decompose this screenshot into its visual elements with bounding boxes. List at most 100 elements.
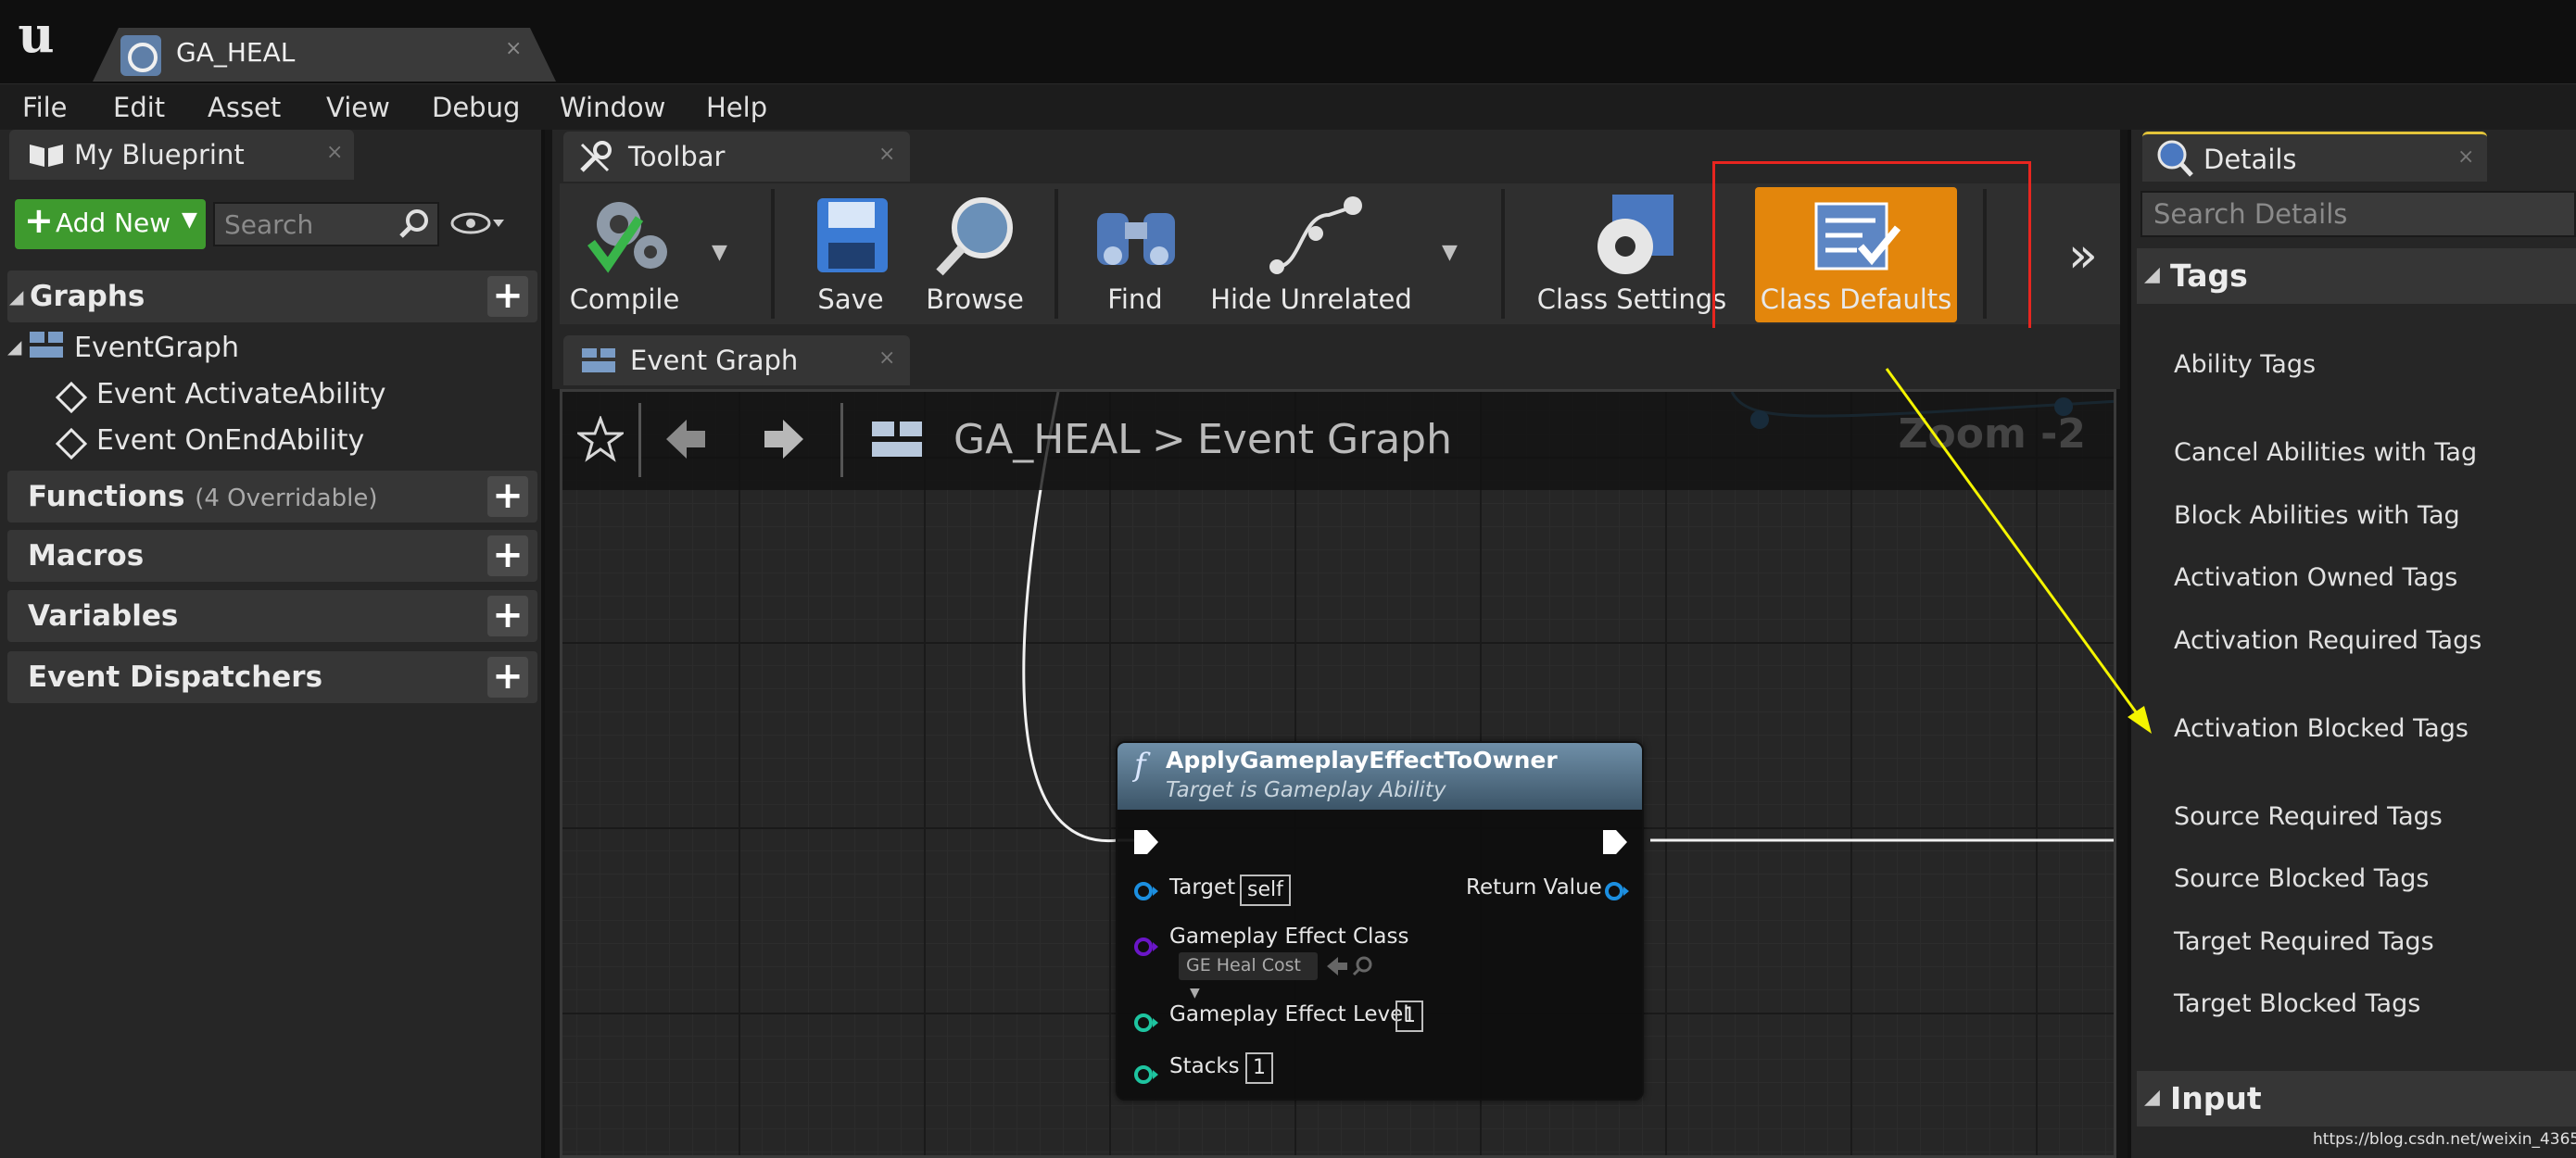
property-source-required-tags[interactable]: Source Required Tags	[2174, 802, 2443, 831]
class-settings-button[interactable]: Class Settings	[1534, 183, 1729, 324]
toolbar-tab[interactable]: Toolbar ×	[563, 132, 910, 182]
return-value-pin-icon[interactable]	[1603, 880, 1631, 902]
zoom-level-label: Zoom -2	[1898, 410, 2086, 458]
target-pin-icon[interactable]	[1132, 880, 1160, 902]
target-value-box[interactable]: self	[1240, 875, 1291, 906]
graph-header-bar: GA_HEAL > Event Graph Zoom -2	[562, 392, 2114, 490]
compile-options-chevron-icon[interactable]: ▼	[712, 241, 727, 264]
unreal-logo-icon[interactable]: u	[7, 6, 65, 63]
menu-view[interactable]: View	[326, 92, 390, 123]
property-target-required-tags[interactable]: Target Required Tags	[2174, 927, 2434, 956]
collapse-arrow-icon[interactable]: ◢	[9, 285, 23, 308]
effect-level-pin-icon[interactable]	[1132, 1012, 1160, 1034]
graph-icon	[872, 422, 922, 457]
details-search-input[interactable]	[2140, 191, 2576, 237]
add-event-dispatcher-button[interactable]: +	[487, 657, 528, 698]
node-header[interactable]: f ApplyGameplayEffectToOwner Target is G…	[1118, 743, 1642, 810]
add-new-label: Add New	[56, 208, 171, 238]
close-icon[interactable]: ×	[505, 37, 522, 60]
hide-unrelated-node-icon	[1269, 196, 1362, 274]
property-ability-tags[interactable]: Ability Tags	[2174, 350, 2316, 379]
effect-class-pin-icon[interactable]	[1132, 936, 1160, 958]
tags-category-header[interactable]: ◢ Tags	[2137, 248, 2576, 304]
save-label: Save	[817, 283, 884, 315]
find-button[interactable]: Find	[1075, 183, 1195, 324]
find-label: Find	[1107, 283, 1163, 315]
effect-level-value-box[interactable]: 1	[1395, 1001, 1423, 1032]
double-chevron-right-icon[interactable]: »	[2068, 228, 2098, 283]
effect-class-dropdown[interactable]: GE Heal Cost ▼	[1179, 952, 1318, 1001]
event-graph-tab[interactable]: Event Graph ×	[563, 335, 910, 385]
input-category-header[interactable]: ◢ Input	[2137, 1071, 2576, 1127]
functions-label: Functions	[28, 480, 185, 513]
collapse-arrow-icon[interactable]: ◢	[7, 335, 21, 358]
hide-unrelated-options-chevron-icon[interactable]: ▼	[1442, 241, 1458, 264]
hide-unrelated-button[interactable]: Hide Unrelated	[1205, 183, 1418, 324]
stacks-pin-label: Stacks	[1169, 1054, 1240, 1078]
add-new-button[interactable]: + Add New ▼	[15, 199, 206, 249]
property-target-blocked-tags[interactable]: Target Blocked Tags	[2174, 989, 2420, 1018]
menu-debug[interactable]: Debug	[432, 92, 520, 123]
tags-category-label: Tags	[2170, 258, 2248, 294]
event-dispatchers-section-header[interactable]: Event Dispatchers +	[7, 651, 537, 703]
tree-item-eventgraph[interactable]: EventGraph	[74, 332, 239, 364]
close-icon[interactable]: ×	[878, 346, 895, 370]
property-activation-blocked-tags[interactable]: Activation Blocked Tags	[2174, 714, 2469, 743]
watermark-text: https://blog.csdn.net/weixin_43654485	[2313, 1130, 2576, 1149]
variables-section-header[interactable]: Variables +	[7, 590, 537, 642]
document-tab[interactable]	[93, 28, 556, 82]
browse-label: Browse	[926, 283, 1024, 315]
breadcrumb-separator: >	[1152, 416, 1186, 463]
blueprint-asset-icon	[120, 35, 161, 76]
star-icon[interactable]	[577, 416, 624, 462]
my-blueprint-tab[interactable]: My Blueprint ×	[9, 130, 354, 180]
search-icon[interactable]	[398, 208, 430, 239]
compile-button[interactable]: Compile	[560, 183, 689, 324]
binoculars-icon	[1097, 213, 1175, 265]
menu-help[interactable]: Help	[706, 92, 767, 123]
menu-window[interactable]: Window	[560, 92, 665, 123]
close-icon[interactable]: ×	[2457, 145, 2474, 169]
tree-item-event-on-end-ability[interactable]: Event OnEndAbility	[96, 424, 364, 457]
menu-asset[interactable]: Asset	[208, 92, 281, 123]
view-options-eye-icon[interactable]	[450, 209, 506, 237]
functions-section-header[interactable]: Functions (4 Overridable) +	[7, 471, 537, 522]
property-source-blocked-tags[interactable]: Source Blocked Tags	[2174, 864, 2429, 893]
browse-button[interactable]: Browse	[917, 183, 1032, 324]
property-activation-required-tags[interactable]: Activation Required Tags	[2174, 626, 2481, 655]
stacks-pin-icon[interactable]	[1132, 1064, 1160, 1086]
graph-icon	[30, 332, 63, 358]
exec-out-pin-icon[interactable]	[1601, 828, 1629, 856]
compile-label: Compile	[569, 283, 680, 315]
close-icon[interactable]: ×	[878, 143, 895, 166]
add-variable-button[interactable]: +	[487, 596, 528, 636]
details-magnifier-icon	[2157, 140, 2193, 177]
stacks-value-box[interactable]: 1	[1245, 1052, 1273, 1084]
apply-gameplay-effect-node[interactable]: f ApplyGameplayEffectToOwner Target is G…	[1116, 741, 1644, 1101]
collapse-arrow-icon: ◢	[2144, 263, 2160, 286]
save-button[interactable]: Save	[797, 183, 904, 324]
add-macro-button[interactable]: +	[487, 535, 528, 576]
close-icon[interactable]: ×	[326, 141, 343, 164]
add-function-button[interactable]: +	[487, 476, 528, 517]
forward-arrow-icon[interactable]	[761, 416, 807, 462]
book-icon	[30, 145, 63, 167]
tree-item-event-activate-ability[interactable]: Event ActivateAbility	[96, 378, 386, 410]
compile-gears-icon	[587, 202, 667, 273]
property-block-abilities-with-tag[interactable]: Block Abilities with Tag	[2174, 501, 2460, 530]
breadcrumb-graph[interactable]: Event Graph	[1197, 416, 1452, 463]
asset-browse-icons[interactable]	[1325, 954, 1377, 978]
add-graph-button[interactable]: +	[487, 276, 528, 317]
menu-edit[interactable]: Edit	[113, 92, 165, 123]
collapse-arrow-icon: ◢	[2144, 1086, 2160, 1109]
breadcrumb-blueprint[interactable]: GA_HEAL	[953, 416, 1141, 463]
event-diamond-icon	[56, 428, 87, 459]
property-cancel-abilities-with-tag[interactable]: Cancel Abilities with Tag	[2174, 438, 2477, 467]
graphs-section-header[interactable]: ◢ Graphs +	[7, 271, 537, 322]
back-arrow-icon[interactable]	[663, 416, 709, 462]
exec-in-pin-icon[interactable]	[1132, 828, 1160, 856]
menu-file[interactable]: File	[22, 92, 68, 123]
details-tab[interactable]: Details ×	[2142, 132, 2487, 182]
property-activation-owned-tags[interactable]: Activation Owned Tags	[2174, 563, 2457, 592]
macros-section-header[interactable]: Macros +	[7, 530, 537, 582]
